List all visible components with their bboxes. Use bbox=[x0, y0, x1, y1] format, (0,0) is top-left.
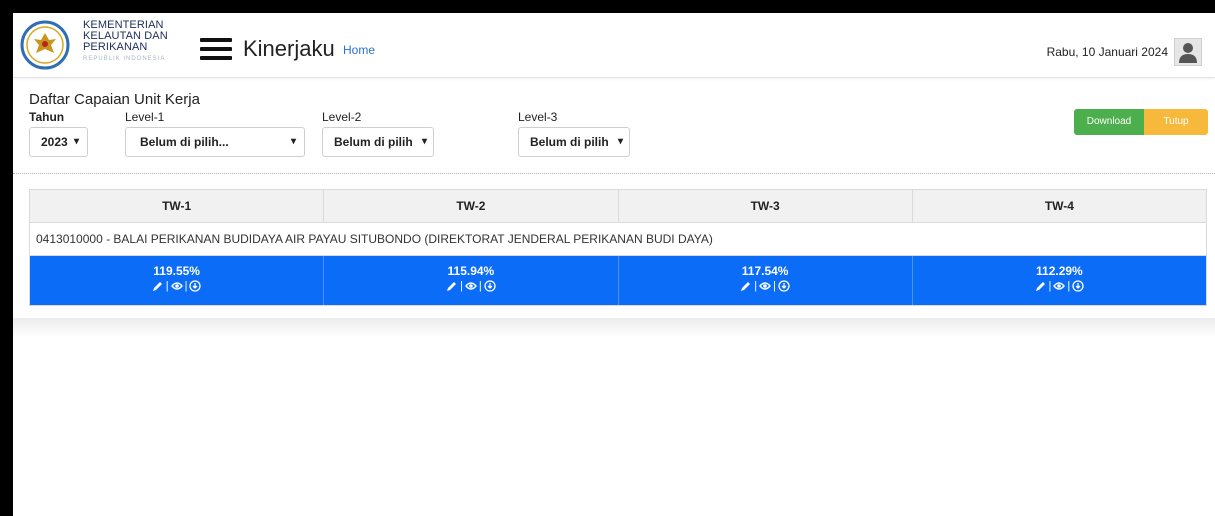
ministry-emblem-icon[interactable] bbox=[20, 20, 70, 70]
action-separator: | bbox=[165, 280, 169, 292]
ministry-name: KEMENTERIAN KELAUTAN DAN PERIKANAN REPUB… bbox=[83, 20, 183, 63]
logo-line-3: PERIKANAN bbox=[83, 41, 148, 53]
level2-value: Belum di pilih bbox=[334, 135, 413, 149]
tw-3-actions: | | bbox=[740, 280, 790, 292]
capaian-table: TW-1 TW-2 TW-3 TW-4 0413010000 - BALAI P… bbox=[29, 189, 1207, 306]
level2-select[interactable]: Belum di pilih ▾ bbox=[322, 127, 434, 157]
level2-label: Level-2 bbox=[322, 110, 362, 124]
tahun-select[interactable]: 2023 ▾ bbox=[29, 127, 88, 157]
user-icon bbox=[1179, 43, 1197, 63]
tw-3-cell: 117.54% | | bbox=[619, 256, 913, 305]
action-separator: | bbox=[478, 280, 482, 292]
tw-4-value: 112.29% bbox=[1036, 264, 1083, 278]
header-tw-2: TW-2 bbox=[324, 190, 619, 222]
hamburger-icon[interactable] bbox=[200, 38, 232, 60]
chevron-down-icon: ▾ bbox=[421, 136, 427, 147]
tw-4-cell: 112.29% | | bbox=[913, 256, 1206, 305]
table-row: 119.55% | | 115.94% | | 117.54% | | 112.… bbox=[30, 256, 1206, 305]
app-title: Kinerjaku bbox=[243, 36, 335, 61]
action-separator: | bbox=[754, 280, 758, 292]
tw-1-cell: 119.55% | | bbox=[30, 256, 325, 305]
download-icon[interactable] bbox=[1072, 280, 1084, 292]
download-button[interactable]: Download bbox=[1074, 109, 1144, 135]
user-avatar[interactable] bbox=[1174, 38, 1202, 66]
action-separator: | bbox=[460, 280, 463, 292]
action-separator: | bbox=[1048, 280, 1052, 292]
tw-2-cell: 115.94% | | bbox=[324, 256, 619, 305]
action-separator: | bbox=[773, 280, 776, 292]
eye-icon[interactable] bbox=[1053, 280, 1066, 292]
level3-value: Belum di pilih bbox=[530, 135, 609, 149]
download-icon[interactable] bbox=[778, 280, 790, 292]
download-icon[interactable] bbox=[189, 280, 202, 292]
download-icon[interactable] bbox=[484, 280, 496, 292]
chevron-down-icon: ▾ bbox=[290, 136, 296, 147]
home-link[interactable]: Home bbox=[343, 43, 375, 57]
pencil-icon[interactable] bbox=[740, 280, 752, 292]
tw-2-value: 115.94% bbox=[447, 264, 495, 278]
tw-1-actions: | | bbox=[152, 280, 202, 292]
page-title: Daftar Capaian Unit Kerja bbox=[29, 91, 200, 108]
chevron-down-icon: ▾ bbox=[73, 136, 79, 147]
tahun-label: Tahun bbox=[29, 110, 65, 124]
app-screen: KEMENTERIAN KELAUTAN DAN PERIKANAN REPUB… bbox=[13, 13, 1215, 516]
top-header: KEMENTERIAN KELAUTAN DAN PERIKANAN REPUB… bbox=[13, 13, 1215, 78]
table-header-row: TW-1 TW-2 TW-3 TW-4 bbox=[30, 190, 1206, 223]
panel-shadow bbox=[13, 318, 1215, 338]
level1-label: Level-1 bbox=[125, 110, 165, 124]
level1-select[interactable]: Belum di pilih... ▾ bbox=[125, 127, 305, 157]
header-tw-3: TW-3 bbox=[619, 190, 913, 222]
tw-1-value: 119.55% bbox=[153, 264, 200, 278]
tutup-button[interactable]: Tutup bbox=[1144, 109, 1208, 135]
level1-value: Belum di pilih... bbox=[140, 135, 229, 149]
eye-icon[interactable] bbox=[170, 280, 183, 292]
pencil-icon[interactable] bbox=[152, 280, 164, 292]
tw-2-actions: | | bbox=[446, 280, 496, 292]
level3-label: Level-3 bbox=[518, 110, 558, 124]
pencil-icon[interactable] bbox=[446, 280, 458, 292]
unit-name-row: 0413010000 - BALAI PERIKANAN BUDIDAYA AI… bbox=[30, 223, 1206, 256]
tw-4-actions: | | bbox=[1035, 280, 1085, 292]
logo-subtitle: REPUBLIK INDONESIA bbox=[83, 56, 166, 62]
current-date: Rabu, 10 Januari 2024 bbox=[1046, 45, 1168, 59]
level3-select[interactable]: Belum di pilih ▾ bbox=[518, 127, 630, 157]
eye-icon[interactable] bbox=[464, 280, 477, 292]
header-tw-1: TW-1 bbox=[30, 190, 325, 222]
header-tw-4: TW-4 bbox=[1044, 199, 1074, 213]
tahun-value: 2023 bbox=[41, 135, 68, 149]
chevron-down-icon: ▾ bbox=[617, 136, 623, 147]
section-divider bbox=[13, 173, 1215, 174]
eye-icon[interactable] bbox=[759, 280, 772, 292]
action-separator: | bbox=[184, 280, 188, 292]
action-separator: | bbox=[1067, 280, 1071, 292]
pencil-icon[interactable] bbox=[1035, 280, 1047, 292]
tw-3-value: 117.54% bbox=[741, 264, 789, 278]
